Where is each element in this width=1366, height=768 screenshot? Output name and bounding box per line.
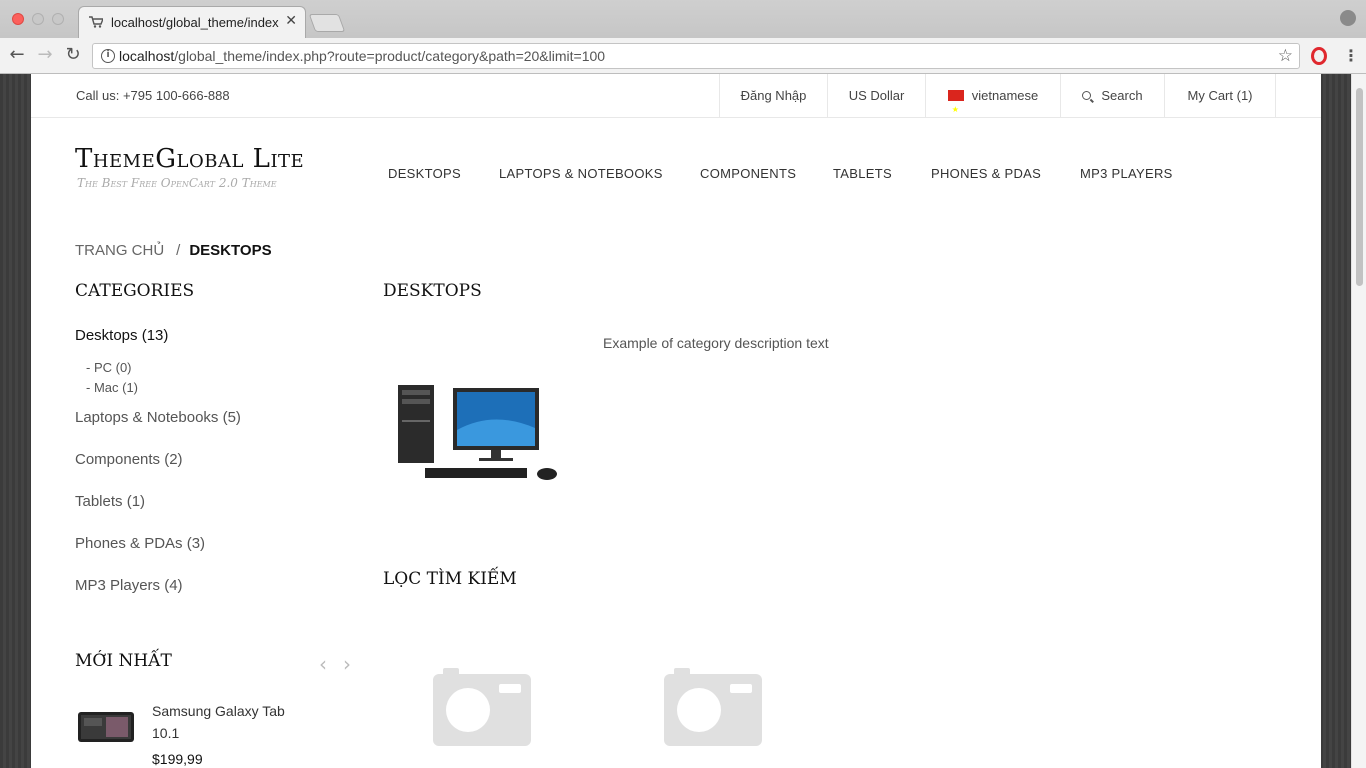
category-phones-pdas[interactable]: Phones & PDAs (3) (75, 535, 205, 552)
categories-heading: CATEGORIES (75, 281, 195, 301)
call-us-text: Call us: +795 100-666-888 (76, 88, 230, 103)
logo-title[interactable]: ThemeGlobal Lite (75, 144, 304, 174)
subcategory-mac[interactable]: - Mac (1) (86, 380, 138, 395)
vertical-scrollbar[interactable] (1351, 74, 1366, 768)
nav-laptops-notebooks[interactable]: LAPTOPS & NOTEBOOKS (499, 166, 663, 181)
subcategory-pc[interactable]: - PC (0) (86, 360, 132, 375)
nav-desktops[interactable]: DESKTOPS (388, 166, 461, 181)
address-bar[interactable]: i localhost/global_theme/index.php?route… (92, 43, 1300, 69)
category-desktops[interactable]: Desktops (13) (75, 327, 168, 344)
page-viewport: Call us: +795 100-666-888 Đăng Nhập US D… (0, 74, 1366, 768)
category-description: Example of category description text (603, 335, 829, 351)
search-icon (1082, 91, 1092, 100)
bookmark-star-icon[interactable]: ☆ (1278, 46, 1293, 66)
product-name[interactable]: Samsung Galaxy Tab 10.1 (152, 700, 312, 744)
back-arrow-icon[interactable]: ← (6, 44, 28, 66)
camera-placeholder-icon (433, 668, 531, 746)
nav-tablets[interactable]: TABLETS (833, 166, 892, 181)
maximize-window-button[interactable] (52, 13, 64, 25)
close-icon[interactable]: ✕ (285, 13, 297, 29)
reload-icon[interactable]: ↻ (62, 44, 84, 66)
filter-heading: LỌC TÌM KIẾM (383, 569, 517, 589)
cart-icon (89, 16, 103, 28)
opera-icon[interactable] (1311, 47, 1327, 65)
new-tab-button[interactable] (308, 14, 346, 32)
logo-subtitle: The Best Free OpenCart 2.0 Theme (77, 176, 277, 190)
language-selector[interactable]: vietnamese (925, 74, 1060, 132)
tablet-product-image[interactable] (76, 704, 136, 744)
forward-arrow-icon[interactable]: → (34, 44, 56, 66)
info-icon[interactable]: i (101, 49, 115, 63)
desktop-computer-image (398, 385, 557, 480)
breadcrumb-home[interactable]: TRANG CHỦ (75, 242, 164, 259)
nav-mp3-players[interactable]: MP3 PLAYERS (1080, 166, 1173, 181)
breadcrumb: TRANG CHỦ / DESKTOPS (75, 242, 272, 259)
category-laptops-notebooks[interactable]: Laptops & Notebooks (5) (75, 409, 241, 426)
more-menu-icon[interactable]: ⋮ (1343, 46, 1359, 65)
latest-heading: MỚI NHẤT (75, 651, 172, 671)
search-link[interactable]: Search (1060, 74, 1164, 118)
close-window-button[interactable] (12, 13, 24, 25)
content-title: DESKTOPS (383, 281, 482, 301)
profile-icon[interactable] (1340, 10, 1356, 26)
category-components[interactable]: Components (2) (75, 451, 183, 468)
browser-toolbar: ← → ↻ i localhost/global_theme/index.php… (0, 38, 1366, 74)
vietnam-flag-icon (947, 88, 964, 132)
chevron-right-icon[interactable]: › (343, 652, 351, 676)
minimize-window-button[interactable] (32, 13, 44, 25)
top-bar: Call us: +795 100-666-888 Đăng Nhập US D… (31, 74, 1321, 132)
tab-title: localhost/global_theme/index.p (111, 15, 279, 30)
category-mp3-players[interactable]: MP3 Players (4) (75, 577, 183, 594)
breadcrumb-current: DESKTOPS (189, 242, 272, 259)
page-container: Call us: +795 100-666-888 Đăng Nhập US D… (31, 74, 1321, 768)
login-link[interactable]: Đăng Nhập (719, 74, 827, 118)
currency-selector[interactable]: US Dollar (827, 74, 925, 118)
browser-tab-bar: localhost/global_theme/index.p ✕ (0, 0, 1366, 38)
category-tablets[interactable]: Tablets (1) (75, 493, 145, 510)
nav-phones-pdas[interactable]: PHONES & PDAS (931, 166, 1041, 181)
scrollbar-thumb[interactable] (1356, 88, 1363, 286)
nav-components[interactable]: COMPONENTS (700, 166, 796, 181)
url-text[interactable]: localhost/global_theme/index.php?route=p… (119, 48, 605, 64)
cart-link[interactable]: My Cart (1) (1164, 74, 1276, 118)
chevron-left-icon[interactable]: ‹ (319, 652, 327, 676)
camera-placeholder-icon (664, 668, 762, 746)
product-price: $199,99 (152, 751, 203, 767)
browser-tab[interactable]: localhost/global_theme/index.p ✕ (78, 6, 306, 38)
